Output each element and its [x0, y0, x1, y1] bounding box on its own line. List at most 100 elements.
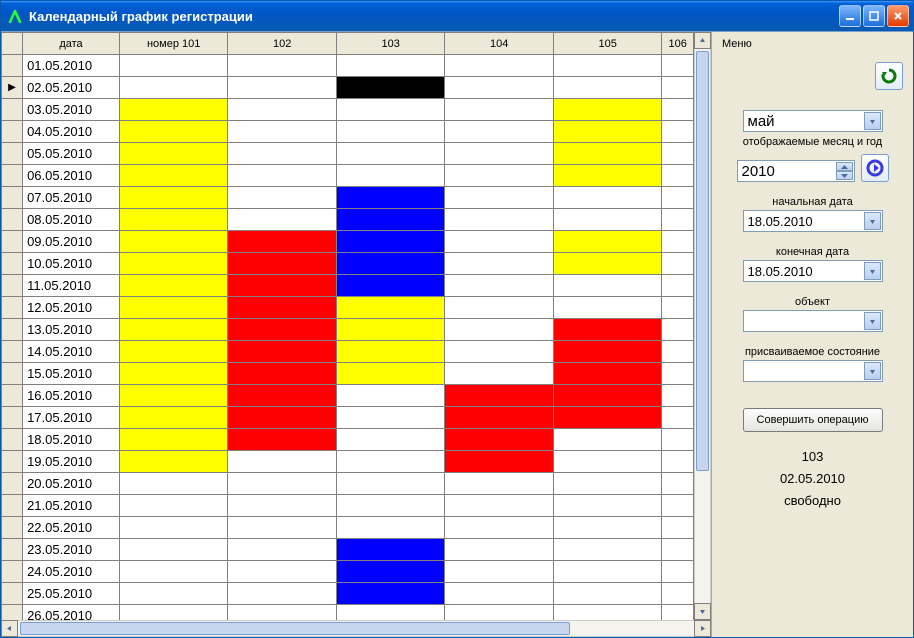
grid-cell[interactable] — [119, 143, 227, 165]
grid-cell[interactable] — [119, 77, 227, 99]
refresh-button[interactable] — [875, 62, 903, 90]
table-row[interactable]: 23.05.2010 — [2, 539, 694, 561]
table-row[interactable]: 14.05.2010 — [2, 341, 694, 363]
grid-cell[interactable] — [336, 253, 444, 275]
date-cell[interactable]: 21.05.2010 — [23, 495, 120, 517]
date-cell[interactable]: 07.05.2010 — [23, 187, 120, 209]
object-select[interactable] — [743, 310, 883, 332]
grid-cell[interactable] — [445, 297, 553, 319]
grid-cell[interactable] — [553, 473, 661, 495]
table-row[interactable]: 06.05.2010 — [2, 165, 694, 187]
grid-cell[interactable] — [119, 231, 227, 253]
grid-cell[interactable] — [445, 341, 553, 363]
grid-cell[interactable] — [553, 187, 661, 209]
grid-cell[interactable] — [336, 363, 444, 385]
grid-cell[interactable] — [662, 55, 694, 77]
scroll-up-button[interactable] — [694, 32, 711, 49]
table-row[interactable]: 26.05.2010 — [2, 605, 694, 621]
grid-cell[interactable] — [119, 451, 227, 473]
grid-cell[interactable] — [119, 341, 227, 363]
grid-cell[interactable] — [445, 451, 553, 473]
grid-cell[interactable] — [228, 165, 336, 187]
grid-cell[interactable] — [119, 209, 227, 231]
grid-cell[interactable] — [662, 539, 694, 561]
grid-cell[interactable] — [336, 517, 444, 539]
grid-cell[interactable] — [336, 55, 444, 77]
grid-cell[interactable] — [119, 319, 227, 341]
date-cell[interactable]: 22.05.2010 — [23, 517, 120, 539]
table-row[interactable]: 10.05.2010 — [2, 253, 694, 275]
grid-cell[interactable] — [662, 165, 694, 187]
grid-cell[interactable] — [662, 99, 694, 121]
grid-column-header[interactable]: 105 — [553, 33, 661, 55]
chevron-down-icon[interactable] — [864, 312, 881, 330]
grid-cell[interactable] — [445, 517, 553, 539]
grid-cell[interactable] — [228, 341, 336, 363]
grid-cell[interactable] — [445, 495, 553, 517]
grid-cell[interactable] — [119, 561, 227, 583]
grid-cell[interactable] — [228, 517, 336, 539]
grid-cell[interactable] — [228, 77, 336, 99]
grid-cell[interactable] — [553, 583, 661, 605]
grid-cell[interactable] — [662, 451, 694, 473]
grid-cell[interactable] — [228, 253, 336, 275]
grid-cell[interactable] — [553, 605, 661, 621]
grid-cell[interactable] — [445, 363, 553, 385]
date-cell[interactable]: 12.05.2010 — [23, 297, 120, 319]
grid-cell[interactable] — [119, 385, 227, 407]
grid-cell[interactable] — [119, 539, 227, 561]
grid-cell[interactable] — [336, 275, 444, 297]
date-cell[interactable]: 04.05.2010 — [23, 121, 120, 143]
grid-cell[interactable] — [553, 407, 661, 429]
date-cell[interactable]: 15.05.2010 — [23, 363, 120, 385]
grid-cell[interactable] — [553, 297, 661, 319]
vertical-scroll-thumb[interactable] — [696, 51, 709, 471]
grid-cell[interactable] — [336, 121, 444, 143]
grid-cell[interactable] — [445, 121, 553, 143]
grid-cell[interactable] — [228, 121, 336, 143]
grid-cell[interactable] — [662, 495, 694, 517]
go-button[interactable] — [861, 154, 889, 182]
grid-cell[interactable] — [336, 451, 444, 473]
grid-cell[interactable] — [553, 451, 661, 473]
table-row[interactable]: 09.05.2010 — [2, 231, 694, 253]
menu-label[interactable]: Меню — [722, 38, 903, 50]
date-cell[interactable]: 08.05.2010 — [23, 209, 120, 231]
year-up-button[interactable] — [836, 162, 853, 171]
date-cell[interactable]: 03.05.2010 — [23, 99, 120, 121]
year-spinner[interactable]: 2010 — [737, 160, 855, 182]
table-row[interactable]: 04.05.2010 — [2, 121, 694, 143]
grid-cell[interactable] — [336, 231, 444, 253]
grid-cell[interactable] — [553, 341, 661, 363]
state-select[interactable] — [743, 360, 883, 382]
grid-cell[interactable] — [336, 341, 444, 363]
horizontal-scrollbar[interactable] — [1, 620, 711, 637]
grid-cell[interactable] — [662, 275, 694, 297]
grid-cell[interactable] — [119, 495, 227, 517]
month-select[interactable]: май — [743, 110, 883, 132]
grid-cell[interactable] — [336, 143, 444, 165]
grid-cell[interactable] — [119, 605, 227, 621]
grid-cell[interactable] — [336, 99, 444, 121]
grid-cell[interactable] — [662, 209, 694, 231]
grid-cell[interactable] — [553, 561, 661, 583]
start-date-input[interactable]: 18.05.2010 — [743, 210, 883, 232]
grid-cell[interactable] — [228, 385, 336, 407]
grid-cell[interactable] — [553, 143, 661, 165]
grid-cell[interactable] — [119, 99, 227, 121]
end-date-input[interactable]: 18.05.2010 — [743, 260, 883, 282]
grid-cell[interactable] — [662, 473, 694, 495]
table-row[interactable]: 22.05.2010 — [2, 517, 694, 539]
date-cell[interactable]: 09.05.2010 — [23, 231, 120, 253]
grid-cell[interactable] — [336, 77, 444, 99]
grid-cell[interactable] — [228, 363, 336, 385]
grid-cell[interactable] — [119, 187, 227, 209]
grid-cell[interactable] — [662, 121, 694, 143]
grid-cell[interactable] — [228, 407, 336, 429]
horizontal-scroll-thumb[interactable] — [20, 622, 570, 635]
date-cell[interactable]: 25.05.2010 — [23, 583, 120, 605]
table-row[interactable]: 16.05.2010 — [2, 385, 694, 407]
grid-cell[interactable] — [445, 473, 553, 495]
close-button[interactable] — [887, 5, 909, 27]
table-row[interactable]: 12.05.2010 — [2, 297, 694, 319]
